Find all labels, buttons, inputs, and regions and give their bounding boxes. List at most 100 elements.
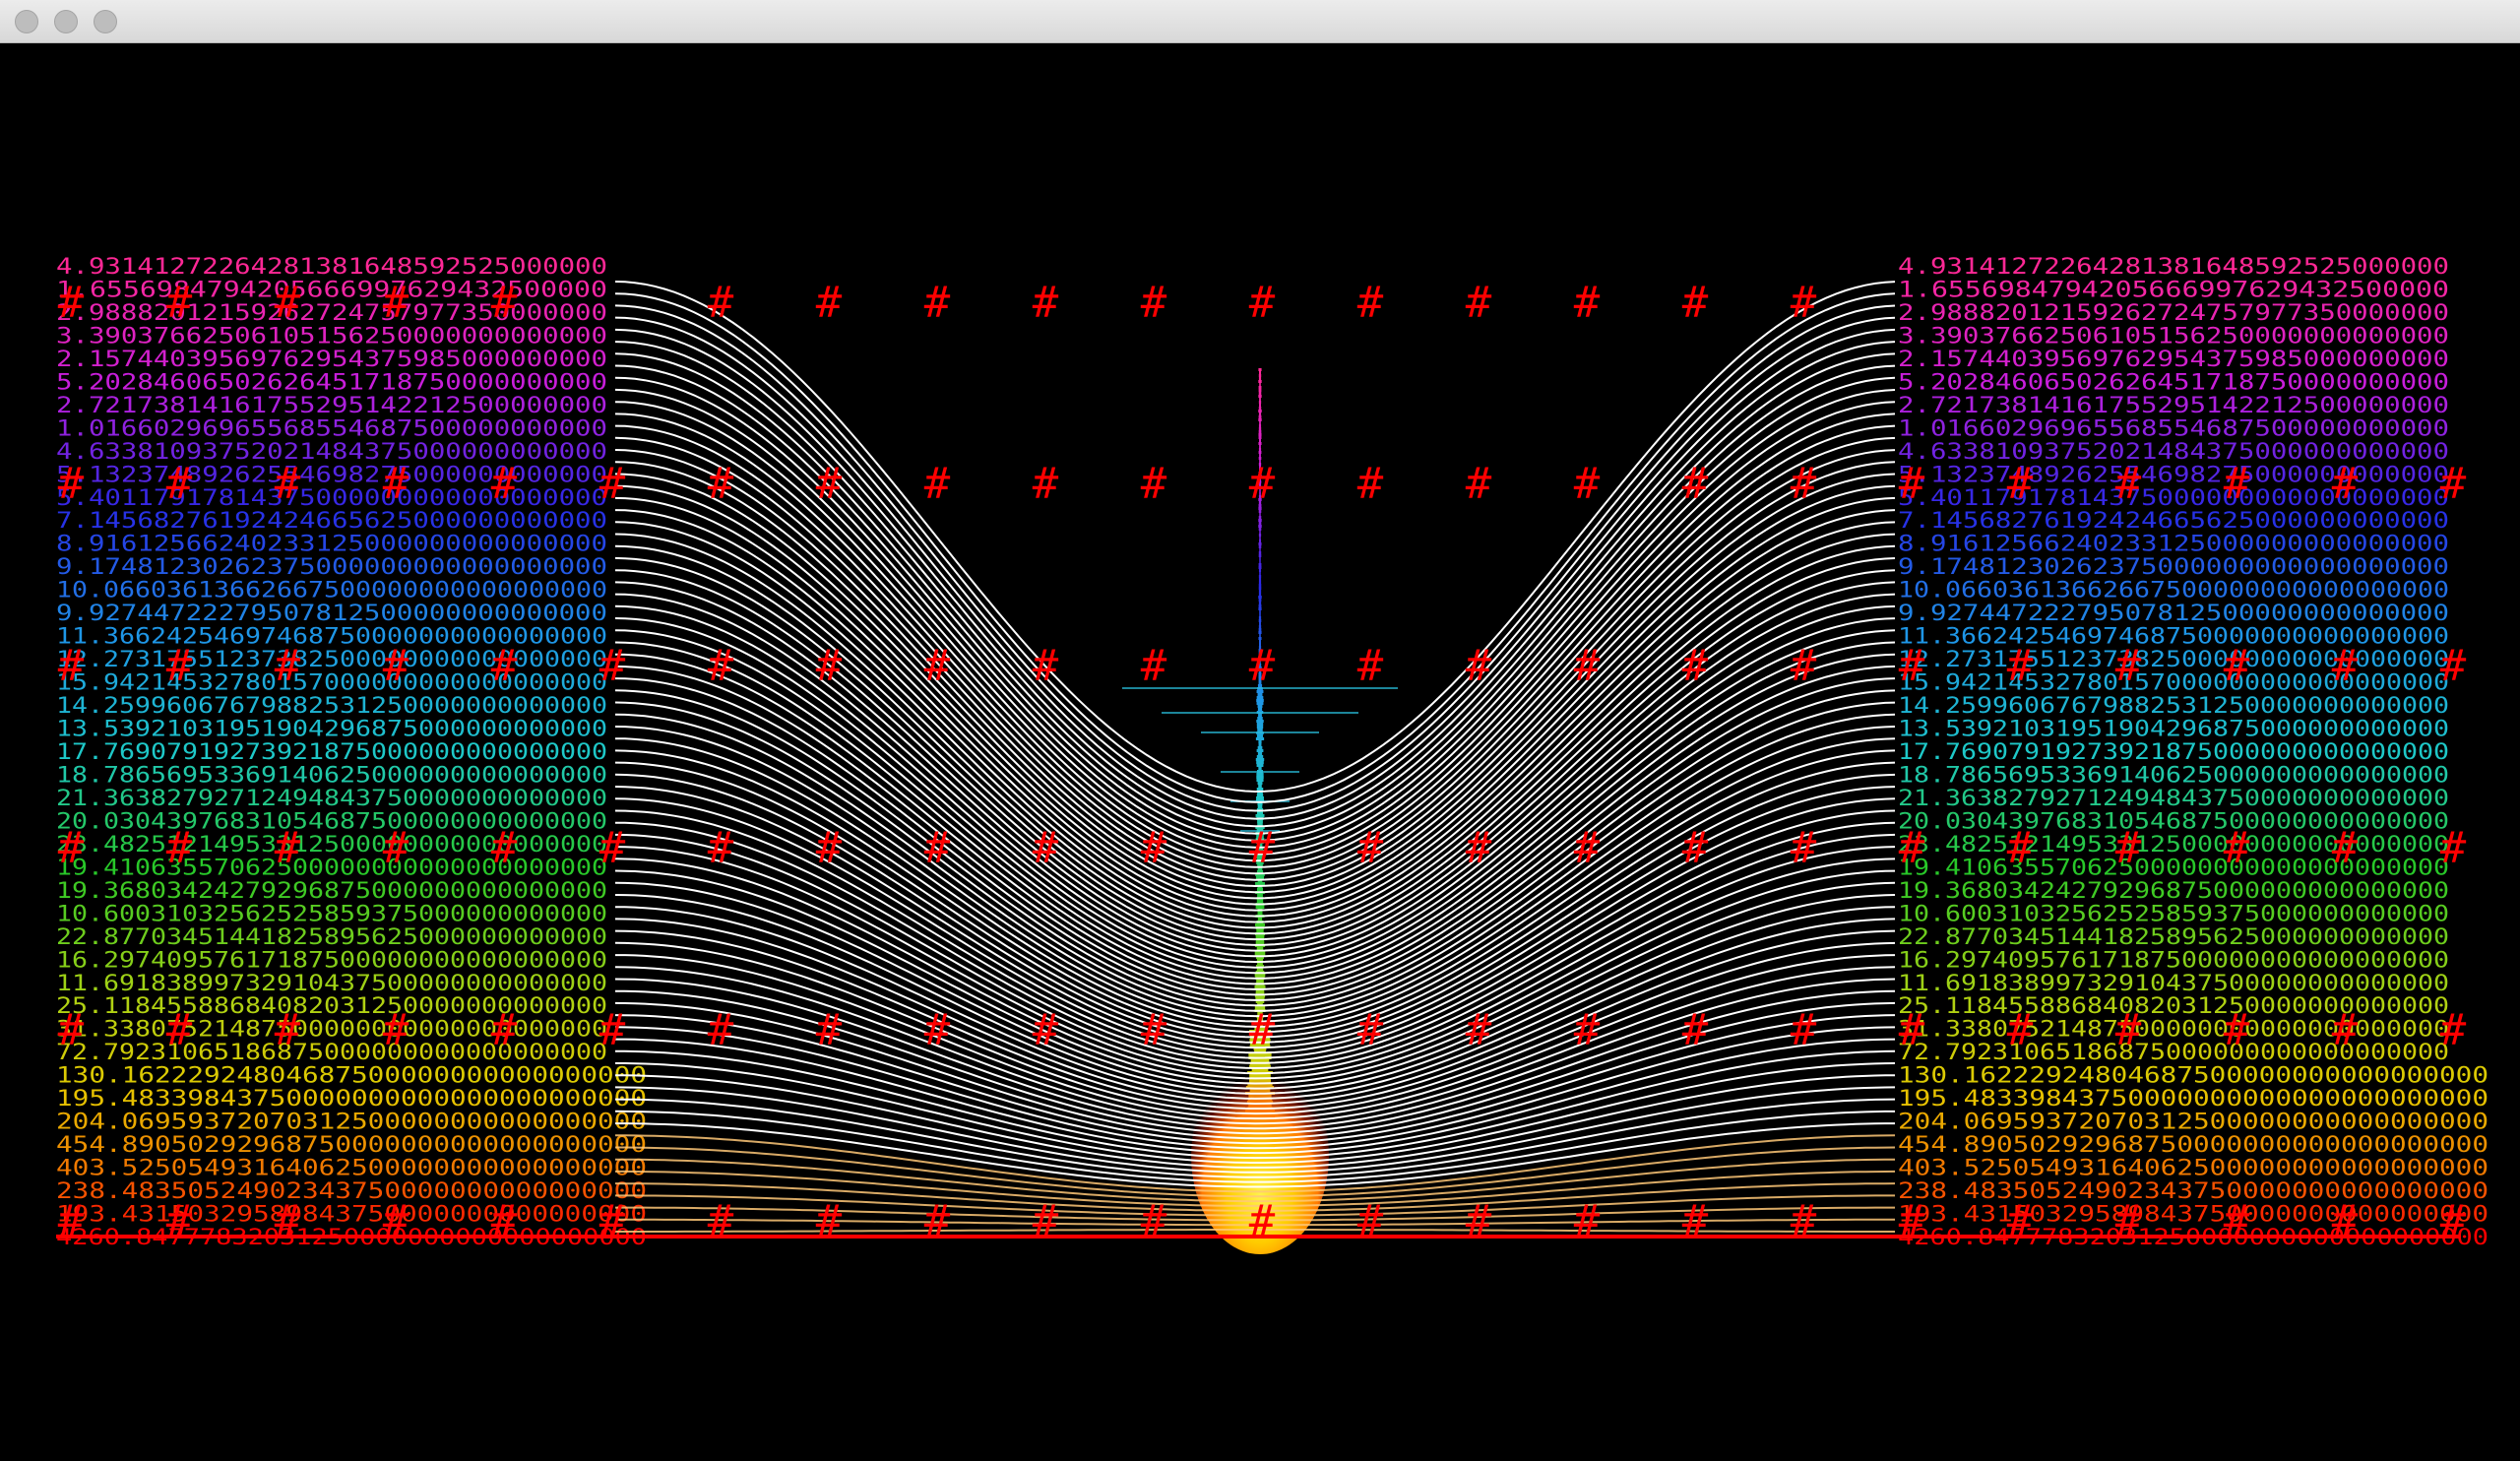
spike-segment (1259, 604, 1262, 607)
marker-glyph: # (1466, 278, 1492, 328)
maximize-button[interactable] (94, 10, 117, 33)
spike-segment (1255, 882, 1265, 885)
marker-glyph: # (924, 823, 951, 873)
marker-glyph: # (816, 641, 843, 691)
marker-glyph: # (1357, 641, 1384, 691)
marker-glyph: # (1791, 823, 1817, 873)
left-column-value: 13.53921031951904296875000000000000 (56, 718, 607, 742)
left-column-value: 8.91612566240233125000000000000000 (56, 533, 607, 557)
spike-segment (1258, 395, 1261, 398)
minimize-button[interactable] (54, 10, 78, 33)
spike-segment (1259, 581, 1261, 584)
marker-glyph: # (1033, 459, 1059, 509)
marker-glyph: # (383, 459, 410, 509)
left-column-value: 14.25996067679882531250000000000000 (56, 694, 607, 719)
spike-segment (1259, 528, 1262, 531)
left-column-value: 10.60031032562525859375000000000000 (56, 902, 607, 926)
spike-segment (1257, 788, 1264, 791)
right-column-value: 5.40117917814375000000000000000000 (1898, 486, 2449, 511)
marker-glyph: # (708, 278, 734, 328)
marker-glyph: # (1682, 823, 1709, 873)
marker-glyph: # (383, 1196, 410, 1246)
spike-segment (1256, 779, 1263, 782)
left-column-value: 7.14568276192424665625000000000000 (56, 509, 607, 534)
right-column-value: 10.06603613662667500000000000000000 (1898, 579, 2449, 603)
spike-segment (1259, 415, 1262, 418)
marker-glyph: # (1899, 459, 1925, 509)
marker-glyph: # (1899, 1196, 1925, 1246)
spike-segment (1257, 702, 1264, 705)
marker-glyph: # (1141, 1196, 1167, 1246)
close-button[interactable] (15, 10, 38, 33)
spike-segment (1258, 752, 1262, 755)
left-column-value: 11.36624254697468750000000000000000 (56, 625, 607, 650)
spike-segment (1259, 445, 1261, 448)
spectrum-visualization: 4.931412722642813816485925250000001.6556… (0, 43, 2520, 1461)
spike-segment (1259, 584, 1262, 587)
marker-glyph: # (1141, 278, 1167, 328)
marker-glyph: # (275, 641, 301, 691)
marker-glyph: # (1899, 823, 1925, 873)
spike-segment (1258, 368, 1261, 371)
marker-glyph: # (2115, 1005, 2142, 1055)
right-column-value: 14.25996067679882531250000000000000 (1898, 694, 2449, 719)
marker-glyph: # (1791, 1005, 1817, 1055)
marker-glyph: # (1249, 1196, 1276, 1246)
right-column-value: 5.13237489262554698275000000000000 (1898, 463, 2449, 487)
right-column-value: 10.60031032562525859375000000000000 (1898, 902, 2449, 926)
spike-segment (1259, 389, 1262, 392)
right-column-value: 204.06959372070312500000000000000000 (1898, 1111, 2488, 1135)
wave-curve (615, 775, 1895, 1043)
marker-glyph: # (58, 459, 85, 509)
marker-glyph: # (1141, 823, 1167, 873)
left-column-value: 23.48251214953312500000000000000000 (56, 833, 607, 858)
marker-glyph: # (1791, 459, 1817, 509)
spike-segment (1259, 430, 1262, 433)
spike-segment (1255, 974, 1266, 977)
spike-segment (1259, 575, 1261, 578)
spike-segment (1259, 451, 1262, 454)
marker-glyph: # (1682, 459, 1709, 509)
left-column-value: 5.13237489262554698275000000000000 (56, 463, 607, 487)
marker-glyph: # (1574, 1005, 1601, 1055)
left-column-value: 19.41063557062500000000000000000000 (56, 856, 607, 880)
marker-glyph: # (2440, 823, 2467, 873)
marker-glyph: # (491, 641, 518, 691)
spike-segment (1258, 705, 1263, 708)
spike-segment (1255, 923, 1265, 926)
spike-segment (1259, 424, 1261, 427)
right-column-value: 22.87703451441825895625000000000000 (1898, 925, 2449, 950)
spike-segment (1259, 540, 1261, 542)
spike-segment (1259, 548, 1261, 551)
marker-glyph: # (1574, 278, 1601, 328)
marker-glyph: # (708, 459, 734, 509)
left-column-value: 25.11845588684082031250000000000000 (56, 994, 607, 1019)
marker-glyph: # (166, 641, 193, 691)
spike-segment (1259, 510, 1262, 513)
spike-segment (1256, 758, 1264, 761)
marker-glyph: # (1357, 823, 1384, 873)
marker-glyph: # (1357, 1196, 1384, 1246)
spike-segment (1259, 616, 1261, 619)
spike-segment (1259, 454, 1261, 457)
marker-glyph: # (1249, 1005, 1276, 1055)
marker-glyph: # (599, 823, 626, 873)
spike-segment (1259, 537, 1261, 540)
marker-glyph: # (2224, 1196, 2250, 1246)
spike-segment (1258, 410, 1261, 413)
right-column-value: 19.36803424279296875000000000000000 (1898, 879, 2449, 904)
left-column-value: 4.63381093752021484375000000000000 (56, 440, 607, 465)
visualization-canvas: 4.93141272264281381648592525000000 1.6556… (0, 43, 2520, 1461)
spike-segment (1256, 737, 1264, 740)
left-column-value: 11.69183899732910437500000000000000 (56, 972, 607, 996)
marker-glyph: # (2115, 823, 2142, 873)
right-column-value: 18.78656953369140625000000000000000 (1898, 763, 2449, 788)
title-bar[interactable] (0, 0, 2520, 43)
left-column-value: 195.48339843750000000000000000000000 (56, 1087, 647, 1112)
marker-glyph: # (816, 1005, 843, 1055)
marker-glyph: # (708, 823, 734, 873)
spike-segment (1256, 935, 1265, 938)
spike-segment (1258, 785, 1262, 788)
right-column-value: 15.94214532780157000000000000000000 (1898, 671, 2449, 696)
spike-segment (1259, 377, 1261, 380)
